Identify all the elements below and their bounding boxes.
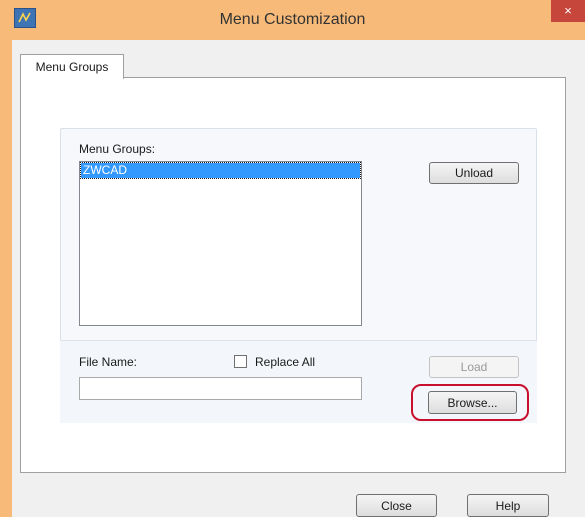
tab-menu-groups[interactable]: Menu Groups xyxy=(20,54,124,79)
menu-groups-list[interactable]: ZWCAD xyxy=(79,161,362,326)
unload-button[interactable]: Unload xyxy=(429,162,519,184)
close-button[interactable]: Close xyxy=(356,494,437,517)
browse-button[interactable]: Browse... xyxy=(428,391,517,414)
window-title: Menu Customization xyxy=(219,11,366,28)
close-icon[interactable]: × xyxy=(551,0,585,22)
help-button[interactable]: Help xyxy=(467,494,549,517)
file-name-label: File Name: xyxy=(79,355,138,369)
file-name-input[interactable] xyxy=(79,377,362,400)
load-button[interactable]: Load xyxy=(429,356,519,378)
replace-all-checkbox[interactable] xyxy=(234,355,247,368)
list-item[interactable]: ZWCAD xyxy=(80,162,361,179)
replace-all-label[interactable]: Replace All xyxy=(255,355,315,369)
menu-groups-label: Menu Groups: xyxy=(79,142,156,156)
title-bar[interactable]: Menu Customization × xyxy=(0,0,585,40)
